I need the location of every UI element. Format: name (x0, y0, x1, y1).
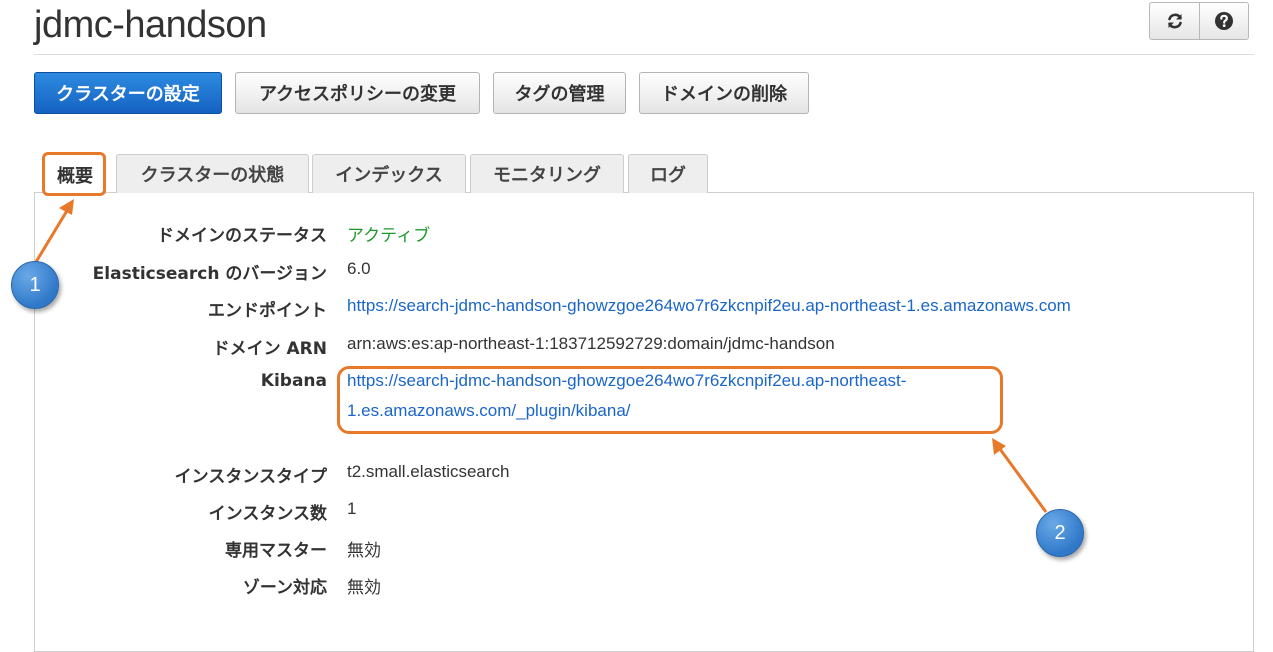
tab-indices[interactable]: インデックス (312, 154, 466, 193)
instance-count-label: インスタンス数 (208, 504, 327, 524)
zone-awareness-value: 無効 (347, 578, 381, 598)
tab-logs[interactable]: ログ (628, 154, 708, 193)
refresh-icon (1167, 13, 1182, 29)
manage-tags-button[interactable]: タグの管理 (493, 72, 626, 114)
domain-status-value: アクティブ (347, 226, 431, 246)
es-version-value: 6.0 (347, 259, 371, 278)
refresh-button[interactable] (1149, 2, 1199, 40)
help-icon (1215, 12, 1233, 30)
tab-monitoring[interactable]: モニタリング (470, 154, 624, 193)
es-version-label: Elasticsearch のバージョン (92, 264, 327, 284)
annotation-highlight-tab (42, 152, 106, 196)
annotation-highlight-kibana (337, 366, 1003, 434)
row-es-version: Elasticsearch のバージョン 6.0 (0, 259, 1273, 289)
help-button[interactable] (1199, 2, 1249, 40)
delete-domain-button[interactable]: ドメインの削除 (639, 72, 809, 114)
domain-arn-label: ドメイン ARN (212, 339, 327, 359)
row-domain-arn: ドメイン ARN arn:aws:es:ap-northeast-1:18371… (0, 334, 1273, 364)
domain-status-label: ドメインのステータス (157, 226, 327, 246)
title-divider (34, 54, 1254, 55)
instance-type-value: t2.small.elasticsearch (347, 462, 510, 481)
modify-access-policy-button[interactable]: アクセスポリシーの変更 (235, 72, 480, 114)
tab-cluster-health[interactable]: クラスターの状態 (116, 154, 309, 193)
endpoint-label: エンドポイント (208, 301, 327, 321)
domain-arn-value: arn:aws:es:ap-northeast-1:183712592729:d… (347, 334, 835, 353)
page-title: jdmc-handson (34, 4, 267, 46)
annotation-badge-1: 1 (11, 261, 59, 309)
header-icon-group (1149, 2, 1249, 40)
row-domain-status: ドメインのステータス アクティブ (0, 221, 1273, 251)
row-instance-type: インスタンスタイプ t2.small.elasticsearch (0, 462, 1273, 492)
instance-type-label: インスタンスタイプ (174, 467, 327, 487)
endpoint-link[interactable]: https://search-jdmc-handson-ghowzgoe264w… (347, 296, 1071, 316)
zone-awareness-label: ゾーン対応 (242, 578, 327, 598)
row-zone-awareness: ゾーン対応 無効 (0, 573, 1273, 603)
cluster-settings-button[interactable]: クラスターの設定 (34, 72, 222, 114)
annotation-badge-2: 2 (1036, 509, 1084, 557)
dedicated-master-value: 無効 (347, 541, 381, 561)
kibana-label: Kibana (260, 371, 327, 391)
instance-count-value: 1 (347, 499, 357, 518)
row-endpoint: エンドポイント https://search-jdmc-handson-ghow… (0, 296, 1273, 326)
dedicated-master-label: 専用マスター (225, 541, 327, 561)
